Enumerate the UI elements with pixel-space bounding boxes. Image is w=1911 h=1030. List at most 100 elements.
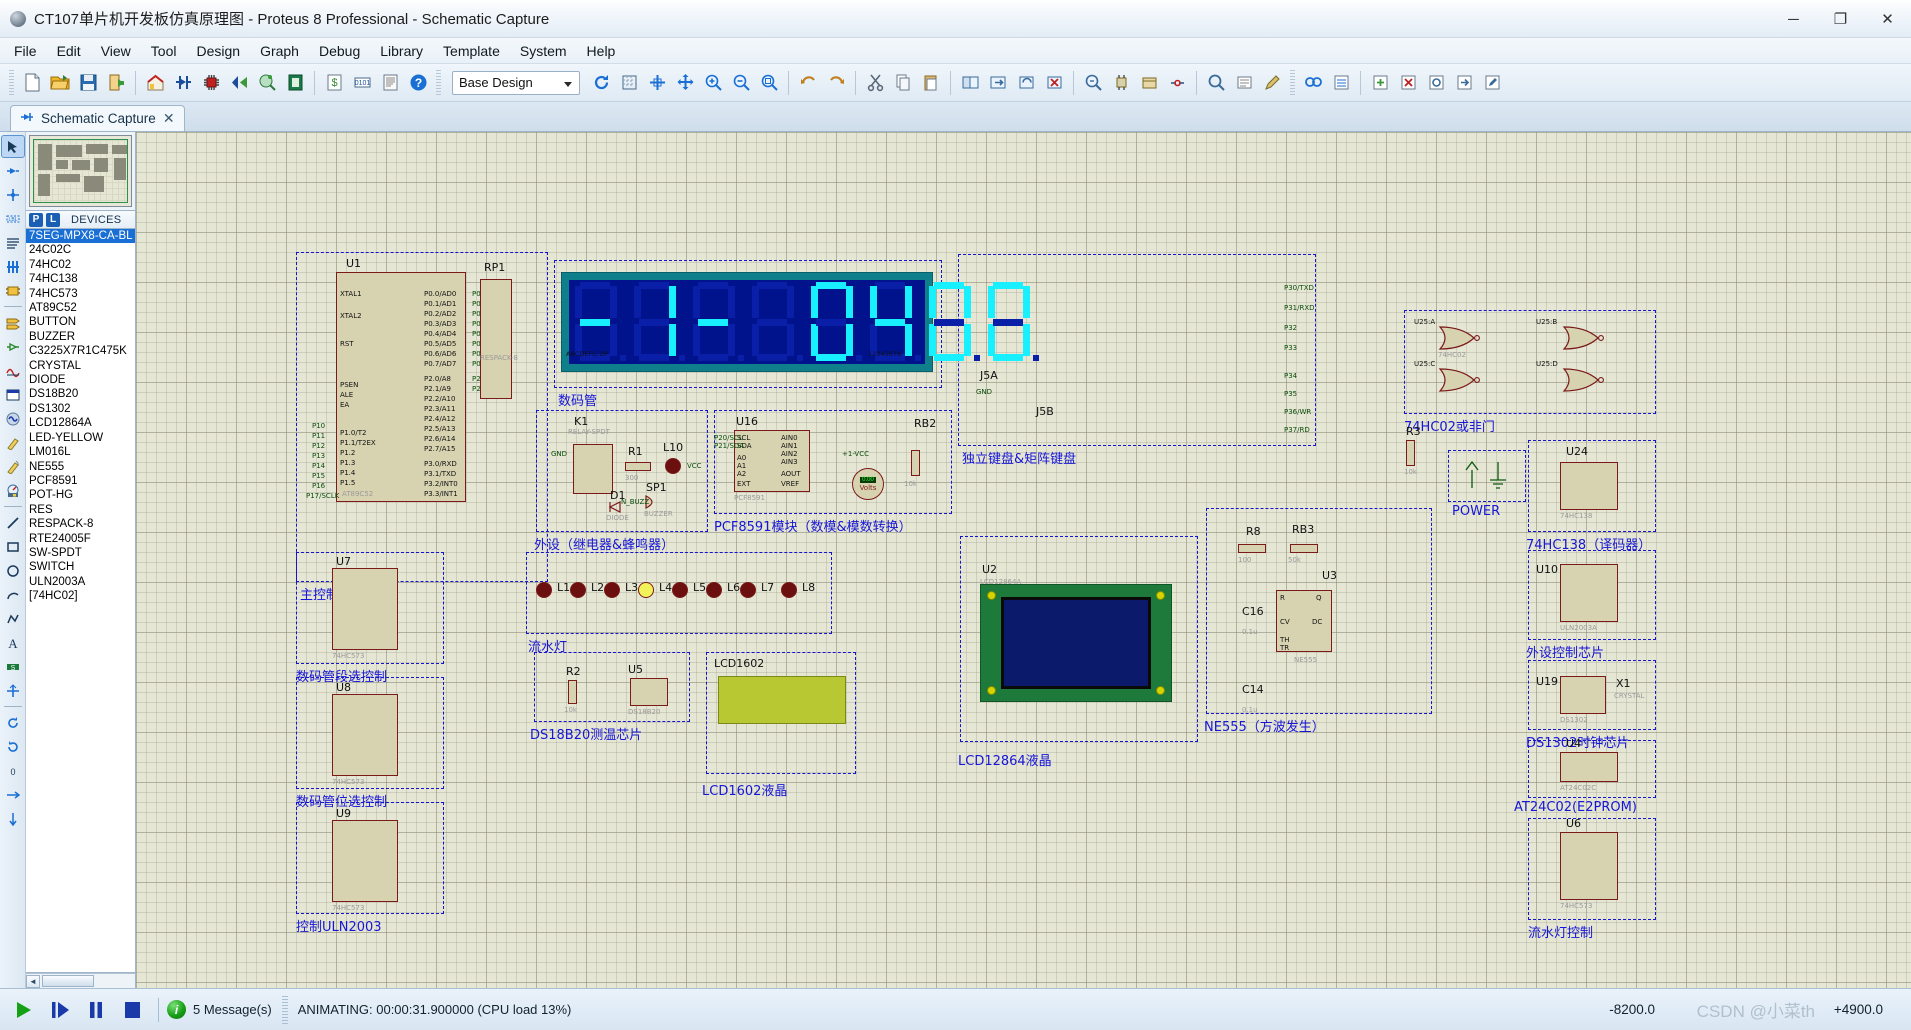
angle-field-icon[interactable]: 0 — [2, 760, 24, 781]
graph-icon[interactable] — [2, 360, 24, 381]
open-folder-icon[interactable] — [47, 70, 73, 96]
block-move-icon[interactable] — [985, 70, 1011, 96]
component-u19-body[interactable] — [1560, 676, 1606, 714]
pcb-icon[interactable] — [282, 70, 308, 96]
close-button[interactable]: ✕ — [1864, 0, 1911, 38]
marker-icon[interactable] — [2, 680, 24, 701]
chip-icon[interactable] — [198, 70, 224, 96]
circle-icon[interactable] — [2, 560, 24, 581]
device-item[interactable]: CRYSTAL — [26, 359, 135, 373]
device-item[interactable]: BUTTON — [26, 315, 135, 329]
new-file-icon[interactable] — [19, 70, 45, 96]
menu-design[interactable]: Design — [186, 40, 250, 62]
text-icon[interactable]: A — [2, 632, 24, 653]
mirror-y-icon[interactable] — [2, 808, 24, 829]
tab-close-icon[interactable]: ✕ — [163, 110, 175, 127]
stop-simulation-button[interactable] — [114, 995, 150, 1025]
remove-sheet-icon[interactable] — [1395, 70, 1421, 96]
bus-icon[interactable] — [2, 256, 24, 277]
component-r8-body[interactable] — [1238, 544, 1266, 553]
component-r1-body[interactable] — [625, 462, 651, 471]
component-lcd1602-module[interactable] — [718, 676, 846, 724]
home-icon[interactable] — [142, 70, 168, 96]
netlist-icon[interactable] — [170, 70, 196, 96]
library-badge[interactable]: L — [46, 212, 60, 227]
tab-schematic-capture[interactable]: Schematic Capture ✕ — [10, 105, 185, 131]
tape-recorder-icon[interactable] — [2, 384, 24, 405]
component-u9-body[interactable] — [332, 820, 398, 902]
device-item[interactable]: [74HC02] — [26, 589, 135, 603]
junction-dot-icon[interactable] — [2, 184, 24, 205]
subcircuit-icon[interactable] — [2, 280, 24, 301]
rotate-ccw-icon[interactable] — [2, 736, 24, 757]
menu-template[interactable]: Template — [433, 40, 510, 62]
led-l2[interactable] — [570, 582, 586, 598]
device-item[interactable]: NE555 — [26, 460, 135, 474]
device-item[interactable]: 74HC573 — [26, 287, 135, 301]
line-icon[interactable] — [2, 512, 24, 533]
mirror-x-icon[interactable] — [2, 784, 24, 805]
device-item[interactable]: 74HC138 — [26, 272, 135, 286]
pick-device-icon[interactable] — [1080, 70, 1106, 96]
component-l10-led[interactable] — [665, 458, 681, 474]
menu-edit[interactable]: Edit — [47, 40, 91, 62]
device-item[interactable]: LCD12864A — [26, 416, 135, 430]
grid-icon[interactable] — [616, 70, 642, 96]
wire-label-icon[interactable]: LBL — [2, 208, 24, 229]
property-assign-icon[interactable] — [1231, 70, 1257, 96]
component-rb2-body[interactable] — [911, 450, 920, 476]
schematic-canvas-wrap[interactable]: 主控制芯片 数码管 外设（继电器&蜂鸣器） PCF8591模块（数模&模数转换）… — [136, 132, 1911, 988]
device-item[interactable]: BUZZER — [26, 330, 135, 344]
device-pin-icon[interactable] — [2, 336, 24, 357]
menu-help[interactable]: Help — [577, 40, 626, 62]
component-u8-body[interactable] — [332, 694, 398, 776]
component-r2-body[interactable] — [568, 680, 577, 704]
schematic-canvas[interactable]: 主控制芯片 数码管 外设（继电器&蜂鸣器） PCF8591模块（数模&模数转换）… — [136, 132, 1911, 988]
save-icon[interactable] — [75, 70, 101, 96]
cut-icon[interactable] — [862, 70, 888, 96]
scroll-left-icon[interactable]: ◄ — [26, 974, 40, 988]
design-explorer-icon[interactable] — [1300, 70, 1326, 96]
paste-icon[interactable] — [918, 70, 944, 96]
pen-tool-icon[interactable] — [1259, 70, 1285, 96]
component-u24-body[interactable] — [1560, 462, 1618, 510]
message-indicator[interactable]: i 5 Message(s) — [167, 1000, 272, 1019]
scroll-thumb[interactable] — [42, 975, 94, 987]
component-u6-body[interactable] — [1560, 832, 1618, 900]
led-l5[interactable] — [672, 582, 688, 598]
device-item[interactable]: 74HC02 — [26, 258, 135, 272]
status-grip[interactable] — [281, 995, 288, 1024]
selection-arrow-icon[interactable] — [0, 135, 25, 158]
zoom-area-icon[interactable] — [756, 70, 782, 96]
device-item[interactable]: DS1302 — [26, 402, 135, 416]
package-icon[interactable] — [1136, 70, 1162, 96]
led-l3[interactable] — [604, 582, 620, 598]
block-rotate-icon[interactable] — [1013, 70, 1039, 96]
bill-of-materials-icon[interactable]: $ — [321, 70, 347, 96]
box-icon[interactable] — [2, 536, 24, 557]
component-u5-body[interactable] — [630, 678, 668, 706]
pick-badge[interactable]: P — [29, 212, 43, 227]
copy-icon[interactable] — [890, 70, 916, 96]
led-l8[interactable] — [781, 582, 797, 598]
device-item[interactable]: SWITCH — [26, 560, 135, 574]
led-l4[interactable] — [638, 582, 654, 598]
zoom-sheet-icon[interactable] — [1423, 70, 1449, 96]
step-simulation-button[interactable] — [42, 995, 78, 1025]
device-item[interactable]: 24C02C — [26, 243, 135, 257]
decompose-icon[interactable] — [1164, 70, 1190, 96]
generator-icon[interactable] — [2, 408, 24, 429]
voltmeter-gauge[interactable]: 0.00 Volts — [852, 468, 884, 500]
component-u4-body[interactable] — [1560, 752, 1618, 782]
device-item[interactable]: PCF8591 — [26, 474, 135, 488]
block-delete-icon[interactable] — [1041, 70, 1067, 96]
text-script-icon[interactable] — [2, 232, 24, 253]
search-icon[interactable] — [1203, 70, 1229, 96]
device-item[interactable]: RESPACK-8 — [26, 517, 135, 531]
device-item[interactable]: ULN2003A — [26, 575, 135, 589]
component-mode-icon[interactable] — [2, 160, 24, 181]
component-rp1-body[interactable] — [480, 279, 512, 399]
device-item[interactable]: DIODE — [26, 373, 135, 387]
design-select[interactable]: Base Design — [452, 70, 580, 95]
current-probe-icon[interactable] — [2, 456, 24, 477]
